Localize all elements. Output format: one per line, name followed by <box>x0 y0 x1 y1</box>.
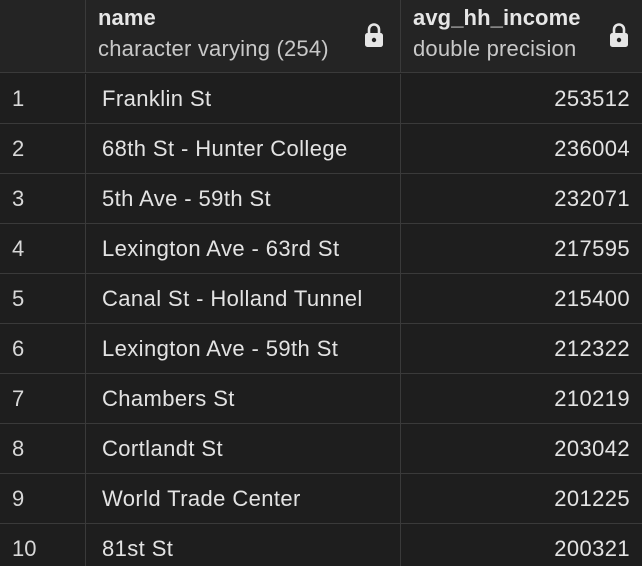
column-header-avg-hh-income[interactable]: avg_hh_income double precision <box>401 0 642 73</box>
cell-name[interactable]: 5th Ave - 59th St <box>86 174 401 224</box>
table-row[interactable]: 3 5th Ave - 59th St 232071 <box>0 174 642 224</box>
cell-avg-hh-income[interactable]: 201225 <box>401 474 642 524</box>
cell-avg-hh-income[interactable]: 200321 <box>401 524 642 566</box>
table-row[interactable]: 4 Lexington Ave - 63rd St 217595 <box>0 224 642 274</box>
cell-avg-hh-income[interactable]: 203042 <box>401 424 642 474</box>
grid-header: name character varying (254) avg_hh_inco… <box>0 0 642 73</box>
cell-avg-hh-income[interactable]: 212322 <box>401 324 642 374</box>
row-number[interactable]: 9 <box>0 474 86 524</box>
cell-avg-hh-income[interactable]: 215400 <box>401 274 642 324</box>
row-number[interactable]: 7 <box>0 374 86 424</box>
cell-avg-hh-income[interactable]: 232071 <box>401 174 642 224</box>
cell-avg-hh-income[interactable]: 236004 <box>401 124 642 174</box>
cell-avg-hh-income[interactable]: 210219 <box>401 374 642 424</box>
row-number[interactable]: 4 <box>0 224 86 274</box>
cell-name[interactable]: Lexington Ave - 59th St <box>86 324 401 374</box>
cell-name[interactable]: Franklin St <box>86 74 401 124</box>
cell-name[interactable]: 81st St <box>86 524 401 566</box>
column-header-name[interactable]: name character varying (254) <box>86 0 401 73</box>
table-row[interactable]: 7 Chambers St 210219 <box>0 374 642 424</box>
row-number[interactable]: 3 <box>0 174 86 224</box>
cell-name[interactable]: Lexington Ave - 63rd St <box>86 224 401 274</box>
cell-name[interactable]: World Trade Center <box>86 474 401 524</box>
lock-icon <box>610 23 628 47</box>
row-number[interactable]: 8 <box>0 424 86 474</box>
cell-name[interactable]: Canal St - Holland Tunnel <box>86 274 401 324</box>
row-number-header[interactable] <box>0 0 86 73</box>
row-number[interactable]: 1 <box>0 74 86 124</box>
lock-icon <box>365 23 383 47</box>
column-type: character varying (254) <box>98 36 329 61</box>
cell-name[interactable]: Cortlandt St <box>86 424 401 474</box>
row-number[interactable]: 6 <box>0 324 86 374</box>
row-number[interactable]: 5 <box>0 274 86 324</box>
results-grid: name character varying (254) avg_hh_inco… <box>0 0 642 566</box>
column-title: avg_hh_income <box>413 5 581 30</box>
cell-name[interactable]: Chambers St <box>86 374 401 424</box>
table-row[interactable]: 2 68th St - Hunter College 236004 <box>0 124 642 174</box>
cell-avg-hh-income[interactable]: 217595 <box>401 224 642 274</box>
cell-name[interactable]: 68th St - Hunter College <box>86 124 401 174</box>
table-row[interactable]: 10 81st St 200321 <box>0 524 642 566</box>
column-title: name <box>98 5 156 30</box>
table-row[interactable]: 6 Lexington Ave - 59th St 212322 <box>0 324 642 374</box>
table-row[interactable]: 1 Franklin St 253512 <box>0 74 642 124</box>
table-row[interactable]: 5 Canal St - Holland Tunnel 215400 <box>0 274 642 324</box>
row-number[interactable]: 2 <box>0 124 86 174</box>
table-row[interactable]: 9 World Trade Center 201225 <box>0 474 642 524</box>
table-row[interactable]: 8 Cortlandt St 203042 <box>0 424 642 474</box>
column-type: double precision <box>413 36 577 61</box>
cell-avg-hh-income[interactable]: 253512 <box>401 74 642 124</box>
row-number[interactable]: 10 <box>0 524 86 566</box>
